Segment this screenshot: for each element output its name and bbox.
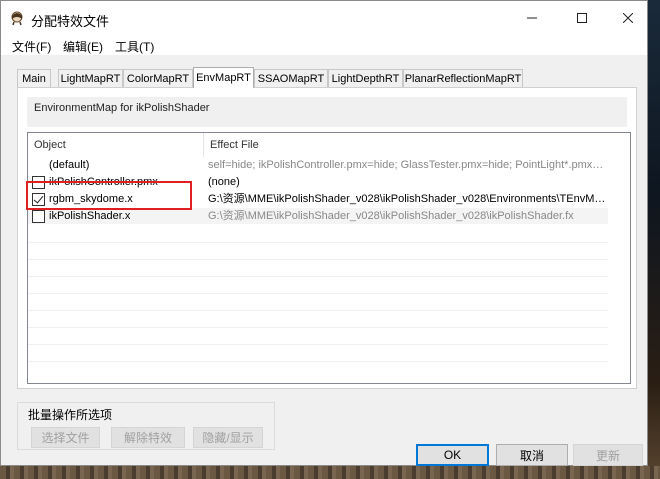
menu-tools[interactable]: 工具(T) (112, 37, 157, 56)
tab-panel: EnvironmentMap for ikPolishShader Object… (17, 87, 637, 389)
column-header-effect-file[interactable]: Effect File (204, 133, 608, 157)
desktop-background-bottom (0, 466, 660, 479)
assign-effect-window: 分配特效文件 文件(F) 编辑(E) 工具(T) Main LightMapRT… (0, 0, 648, 466)
description-box: EnvironmentMap for ikPolishShader (27, 97, 627, 127)
tab-lightdepthrt[interactable]: LightDepthRT (328, 69, 403, 87)
desktop-background-edge (648, 0, 660, 479)
row-effect-file: G:\资源\MME\ikPolishShader_v028\ikPolishSh… (208, 193, 606, 205)
column-header-object[interactable]: Object (28, 133, 203, 157)
row-effect-file: (none) (208, 176, 240, 188)
tab-colormaprt[interactable]: ColorMapRT (123, 69, 193, 87)
app-icon (11, 11, 23, 26)
menu-file[interactable]: 文件(F) (9, 37, 54, 56)
menu-bar: 文件(F) 编辑(E) 工具(T) (1, 35, 647, 55)
grid-line (28, 344, 608, 345)
list-row-default[interactable]: (default) self=hide; ikPolishController.… (28, 157, 608, 173)
maximize-button[interactable] (559, 1, 605, 35)
row-effect-file: self=hide; ikPolishController.pmx=hide; … (208, 159, 606, 171)
tab-lightmaprt[interactable]: LightMapRT (58, 69, 123, 87)
grid-line (28, 259, 608, 260)
update-button[interactable]: 更新 (573, 444, 643, 466)
list-row-ikpolishshader[interactable]: ikPolishShader.x G:\资源\MME\ikPolishShade… (28, 208, 608, 224)
batch-operation-group: 批量操作所选项 选择文件 解除特效 隐藏/显示 (17, 402, 275, 450)
release-effect-button[interactable]: 解除特效 (111, 427, 185, 448)
grid-line (28, 242, 608, 243)
minimize-button[interactable] (509, 1, 555, 35)
list-scroll-gutter (608, 157, 630, 383)
row-object-name: ikPolishShader.x (49, 210, 131, 222)
annotation-highlight-box (26, 181, 192, 210)
object-effect-list[interactable]: Object Effect File (default) self=hide; … (27, 132, 631, 384)
title-bar[interactable]: 分配特效文件 (1, 1, 647, 35)
menu-edit[interactable]: 编辑(E) (60, 37, 106, 56)
close-button[interactable] (605, 1, 651, 35)
grid-line (28, 276, 608, 277)
close-icon (623, 13, 633, 23)
batch-group-label: 批量操作所选项 (26, 406, 115, 423)
maximize-icon (577, 13, 587, 23)
window-title: 分配特效文件 (31, 14, 110, 29)
tab-main[interactable]: Main (17, 69, 51, 87)
minimize-icon (527, 17, 537, 19)
grid-line (28, 327, 608, 328)
row-checkbox[interactable] (32, 210, 45, 223)
tab-envmaprt[interactable]: EnvMapRT (193, 67, 254, 88)
tab-planarreflectionmaprt[interactable]: PlanarReflectionMapRT (403, 69, 523, 87)
tab-ssaomaprt[interactable]: SSAOMapRT (254, 69, 328, 87)
grid-line (28, 310, 608, 311)
ok-button[interactable]: OK (416, 444, 489, 466)
description-text: EnvironmentMap for ikPolishShader (34, 102, 210, 114)
row-object-name: (default) (49, 159, 90, 171)
row-effect-file: G:\资源\MME\ikPolishShader_v028\ikPolishSh… (208, 210, 574, 222)
hide-show-button[interactable]: 隐藏/显示 (193, 427, 263, 448)
grid-line (28, 361, 608, 362)
grid-line (28, 293, 608, 294)
select-file-button[interactable]: 选择文件 (31, 427, 100, 448)
cancel-button[interactable]: 取消 (496, 444, 568, 466)
